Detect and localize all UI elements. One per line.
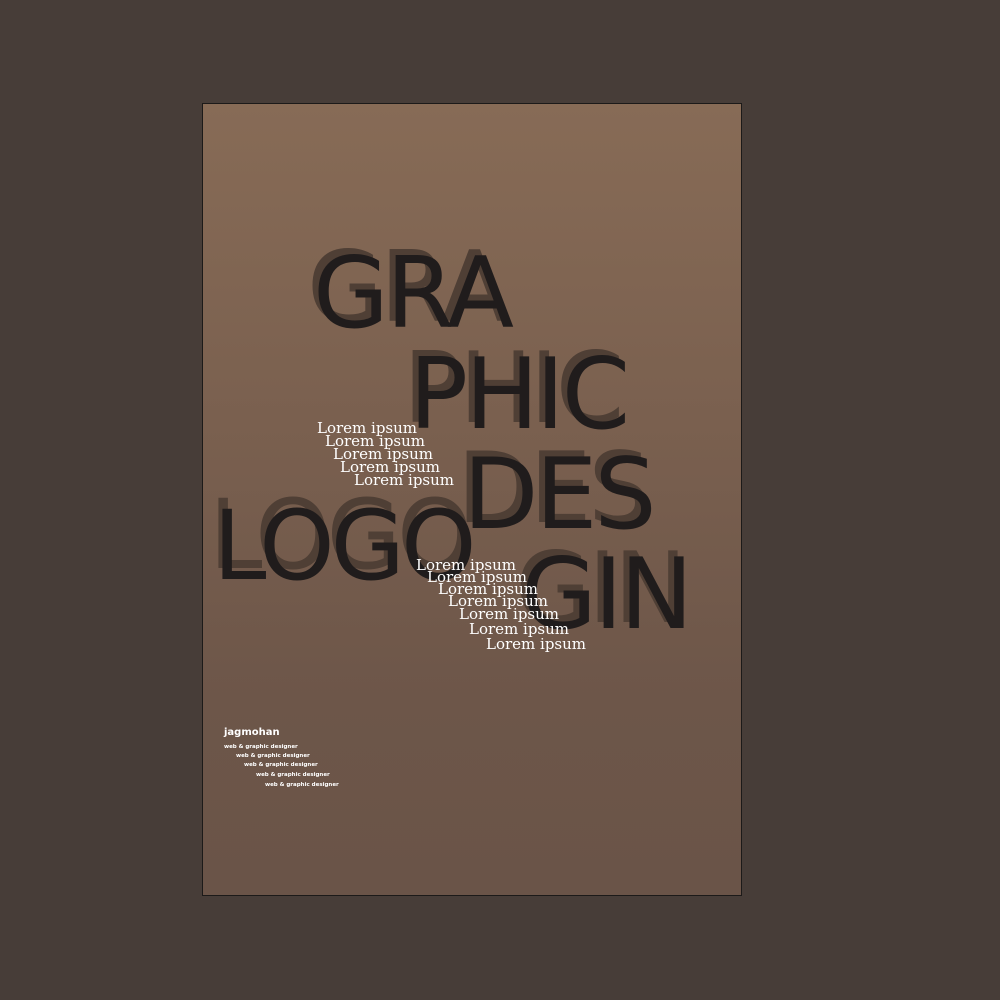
headline-des: DES [463, 438, 657, 552]
lorem-line: Lorem ipsum [486, 635, 587, 653]
designer-role: web & graphic designer [265, 782, 339, 788]
headline-gra: GRA [313, 237, 514, 351]
designer-role: web & graphic designer [244, 762, 318, 768]
designer-role: web & graphic designer [236, 753, 310, 759]
designer-role: web & graphic designer [224, 744, 298, 750]
headline-phic: PHIC [409, 338, 630, 452]
lorem-line: Lorem ipsum [354, 471, 455, 489]
designer-name: jagmohan [224, 727, 280, 738]
poster: LOGO LOGO GRA GRA PHIC PHIC DES DES GIN … [202, 103, 742, 896]
designer-role: web & graphic designer [256, 772, 330, 778]
